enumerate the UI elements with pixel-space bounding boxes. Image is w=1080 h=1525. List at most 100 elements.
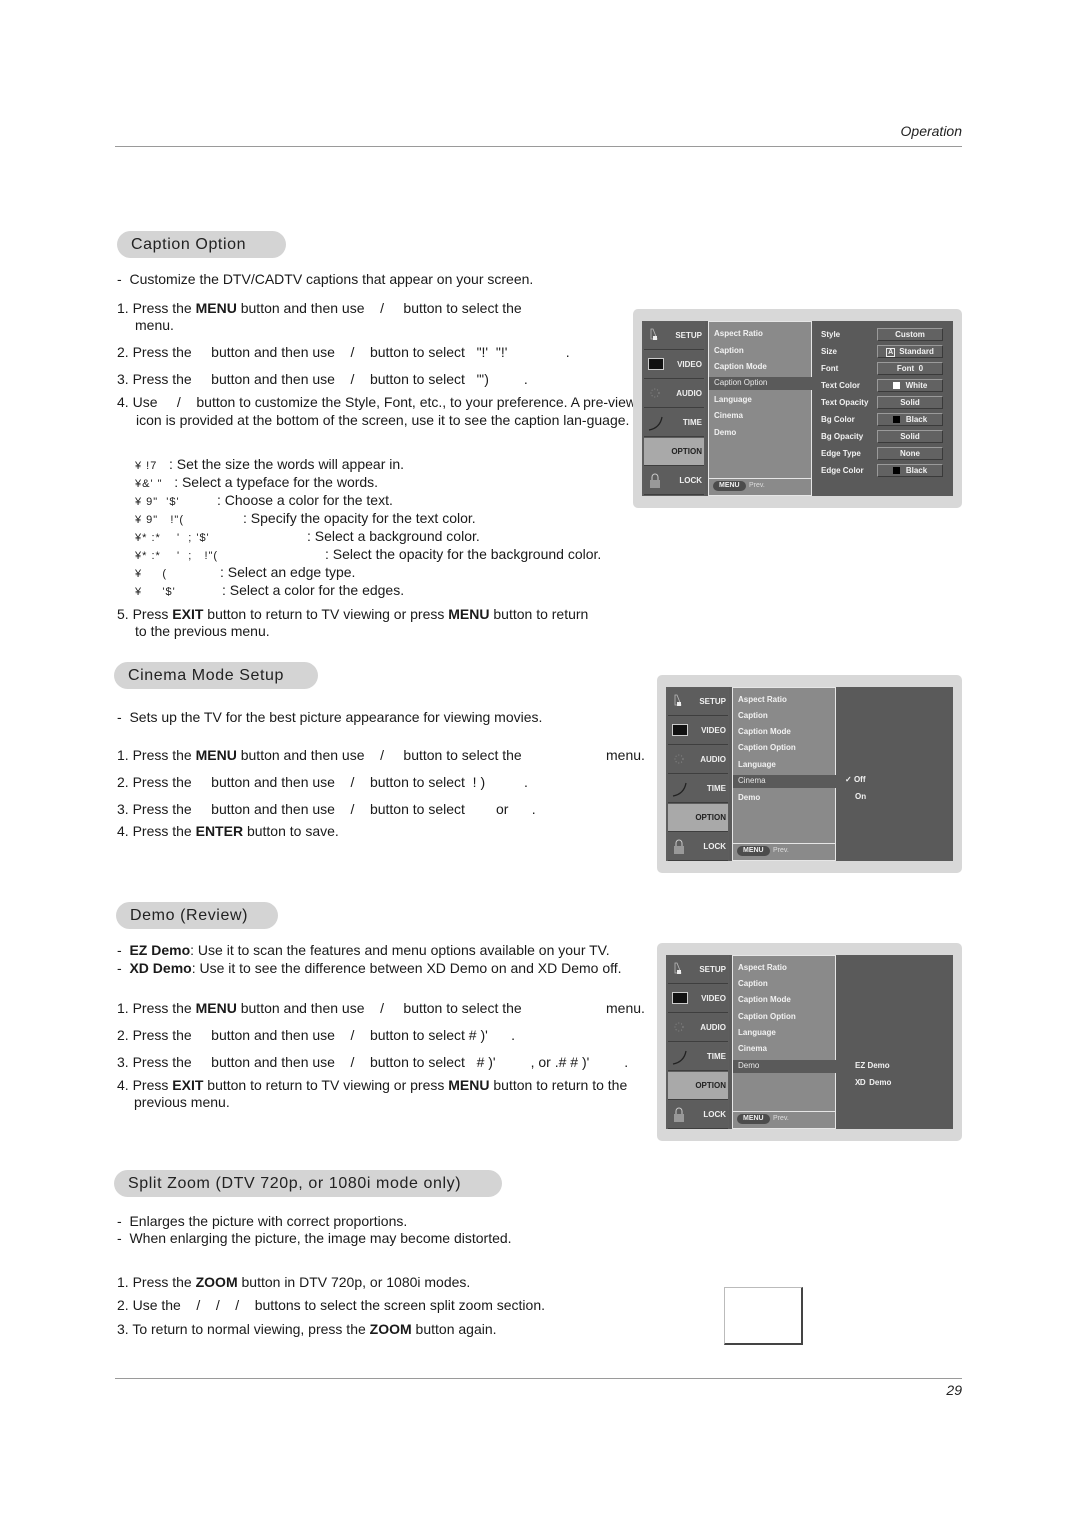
setting-size[interactable]: A Standard [877, 345, 943, 358]
header-rule [115, 146, 962, 147]
cinema-value-off[interactable]: ✓ Off [845, 775, 866, 784]
audio-icon [672, 1020, 686, 1034]
option-bg-color: ¥* :* ' ; '$': Select a background color… [135, 528, 480, 544]
side-item-option[interactable]: OPTION [644, 438, 704, 466]
setting-style[interactable]: Custom [877, 328, 943, 341]
side-item-time[interactable]: TIME [668, 775, 728, 803]
xd-logo-icon: XD [855, 1078, 866, 1087]
option-item[interactable]: Caption Option [738, 1012, 796, 1021]
audio-icon [648, 386, 662, 400]
option-item[interactable]: Caption Mode [714, 362, 767, 371]
setting-bg-opacity[interactable]: Solid [877, 430, 943, 443]
setting-edge-color[interactable]: Black [877, 464, 943, 477]
option-item[interactable]: Language [738, 760, 776, 769]
demo-value-ez[interactable]: EZ Demo [855, 1061, 890, 1070]
split-zoom-step-1: 1. Press the ZOOM button in DTV 720p, or… [117, 1274, 471, 1290]
lock-icon [672, 1107, 686, 1122]
option-item[interactable]: Aspect Ratio [714, 329, 763, 338]
side-item-time[interactable]: TIME [668, 1043, 728, 1071]
menu-button[interactable]: MENU [737, 1114, 770, 1124]
black-swatch-icon [892, 467, 900, 474]
demo-step-3: 3. Press the button and then use / butto… [117, 1054, 629, 1070]
split-zoom-title: Split Zoom (DTV 720p, or 1080i mode only… [114, 1170, 502, 1197]
option-item-selected[interactable]: Caption Option [709, 377, 820, 390]
video-icon [672, 723, 688, 737]
osd-side-menu: SETUP VIDEO AUDIO TIME OPTION LOCK [666, 955, 729, 1129]
option-item[interactable]: Caption [738, 979, 768, 988]
cinema-step-1-tail: menu. [606, 747, 645, 763]
option-item[interactable]: Aspect Ratio [738, 963, 787, 972]
prev-label: Prev. [773, 1115, 789, 1122]
setting-text-opacity[interactable]: Solid [877, 396, 943, 409]
option-item[interactable]: Caption Mode [738, 995, 791, 1004]
cinema-intro: - Sets up the TV for the best picture ap… [117, 709, 543, 725]
side-item-audio[interactable]: AUDIO [668, 746, 728, 774]
side-item-time[interactable]: TIME [644, 409, 704, 437]
video-icon [648, 357, 664, 371]
side-item-video[interactable]: VIDEO [668, 717, 728, 745]
osd-side-menu: SETUP VIDEO AUDIO TIME OPTION LOCK [666, 687, 729, 861]
demo-step-4-cont: previous menu. [134, 1094, 230, 1110]
setting-edge-type[interactable]: None [877, 447, 943, 460]
check-icon: ✓ [845, 775, 852, 784]
demo-title: Demo (Review) [116, 902, 278, 929]
split-zoom-step-3: 3. To return to normal viewing, press th… [117, 1321, 497, 1337]
option-item[interactable]: Demo [738, 793, 760, 802]
demo-value-xd[interactable]: XD Demo [855, 1078, 891, 1087]
setup-icon [672, 694, 686, 708]
option-item[interactable]: Cinema [714, 411, 743, 420]
option-item[interactable]: Demo [714, 428, 736, 437]
caption-step-1: 1. Press the MENU button and then use / … [117, 300, 522, 316]
caption-step-5-cont: to the previous menu. [135, 623, 270, 639]
prev-label: Prev. [773, 847, 789, 854]
cinema-value-on[interactable]: On [855, 792, 866, 801]
caption-settings-panel: Style Custom Size A Standard Font Font 0 … [815, 321, 953, 496]
side-item-option[interactable]: OPTION [668, 804, 728, 832]
option-edge-color: ¥ '$': Select a color for the edges. [135, 582, 405, 598]
side-item-option[interactable]: OPTION [668, 1072, 728, 1100]
menu-button[interactable]: MENU [713, 481, 746, 491]
side-item-setup[interactable]: SETUP [668, 956, 728, 984]
side-item-audio[interactable]: AUDIO [644, 380, 704, 408]
side-item-audio[interactable]: AUDIO [668, 1014, 728, 1042]
option-item[interactable]: Caption [714, 346, 744, 355]
caption-step-1-cont: menu. [135, 317, 174, 333]
option-item[interactable]: Cinema [738, 1044, 767, 1053]
menu-button[interactable]: MENU [737, 846, 770, 856]
osd-option-list: Aspect Ratio Caption Caption Mode Captio… [732, 687, 844, 861]
side-item-lock[interactable]: LOCK [644, 467, 704, 495]
option-item-selected[interactable]: Demo [733, 1060, 844, 1073]
side-item-lock[interactable]: LOCK [668, 833, 728, 861]
option-item[interactable]: Aspect Ratio [738, 695, 787, 704]
time-icon [672, 1049, 687, 1065]
option-item[interactable]: Language [714, 395, 752, 404]
page-number: 29 [946, 1382, 962, 1398]
side-item-video[interactable]: VIDEO [668, 985, 728, 1013]
setting-label: Text Opacity [821, 398, 869, 407]
setup-icon [672, 962, 686, 976]
cinema-step-3: 3. Press the button and then use / butto… [117, 801, 536, 817]
split-zoom-bullet-1: - Enlarges the picture with correct prop… [117, 1213, 408, 1229]
setting-font[interactable]: Font 0 [877, 362, 943, 375]
side-item-video[interactable]: VIDEO [644, 351, 704, 379]
option-item[interactable]: Caption [738, 711, 768, 720]
white-swatch-icon [892, 382, 900, 389]
osd-demo: SETUP VIDEO AUDIO TIME OPTION LOCK Aspec… [657, 943, 962, 1141]
audio-icon [672, 752, 686, 766]
setting-bg-color[interactable]: Black [877, 413, 943, 426]
time-icon [672, 781, 687, 797]
side-item-setup[interactable]: SETUP [668, 688, 728, 716]
side-item-setup[interactable]: SETUP [644, 322, 704, 350]
setting-text-color[interactable]: White [877, 379, 943, 392]
option-size: ¥ !7 : Set the size the words will appea… [135, 456, 405, 472]
option-item[interactable]: Caption Option [738, 743, 796, 752]
option-item[interactable]: Language [738, 1028, 776, 1037]
prev-label: Prev. [749, 482, 765, 489]
setting-label: Size [821, 347, 838, 356]
osd-option-list: Aspect Ratio Caption Caption Mode Captio… [708, 321, 820, 496]
option-item[interactable]: Caption Mode [738, 727, 791, 736]
option-item-selected[interactable]: Cinema [733, 775, 844, 788]
demo-bullet-xd: - XD Demo: Use it to see the difference … [117, 960, 622, 976]
side-item-lock[interactable]: LOCK [668, 1101, 728, 1129]
osd-option-list: Aspect Ratio Caption Caption Mode Captio… [732, 955, 844, 1129]
